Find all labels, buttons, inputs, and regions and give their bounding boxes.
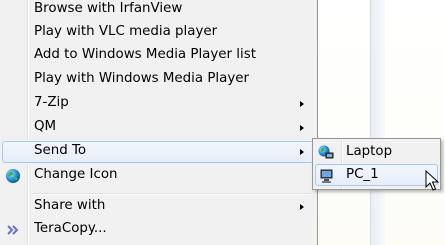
menu-item-label: Add to Windows Media Player list <box>34 47 256 62</box>
menu-item-7zip[interactable]: 7-Zip <box>2 93 314 115</box>
menu-item-label: 7-Zip <box>34 95 69 110</box>
context-menu: Browse with IrfanView Play with VLC medi… <box>0 0 318 245</box>
menu-item-label: Change Icon <box>34 167 118 182</box>
menu-item-qm[interactable]: QM <box>2 117 314 139</box>
network-globe-icon <box>318 144 334 160</box>
menu-item-label: Send To <box>34 143 87 158</box>
window-edge <box>370 0 385 245</box>
menu-item-add-to-wmp-list[interactable]: Add to Windows Media Player list <box>2 45 314 67</box>
submenu-arrow-icon <box>300 101 304 107</box>
submenu-arrow-icon <box>300 125 304 131</box>
menu-item-label: Play with Windows Media Player <box>34 71 250 86</box>
menu-item-label: Browse with IrfanView <box>34 1 183 16</box>
menu-item-change-icon[interactable]: Change Icon <box>2 165 314 187</box>
double-chevron-icon <box>5 222 21 238</box>
network-computer-icon <box>319 168 335 184</box>
menu-item-share-with[interactable]: Share with <box>2 196 314 218</box>
submenu-item-laptop[interactable]: Laptop <box>315 141 438 163</box>
menu-separator <box>32 193 312 194</box>
globe-icon <box>5 168 21 184</box>
menu-item-teracopy[interactable]: TeraCopy... <box>2 219 314 241</box>
submenu-item-label: PC_1 <box>346 167 379 182</box>
submenu-arrow-icon <box>300 204 304 210</box>
menu-item-label: Share with <box>34 198 106 213</box>
menu-item-browse-with-irfanview[interactable]: Browse with IrfanView <box>2 0 314 21</box>
submenu-arrow-icon <box>300 149 304 155</box>
submenu-item-label: Laptop <box>346 144 393 159</box>
menu-item-send-to[interactable]: Send To <box>2 141 314 163</box>
menu-item-label: QM <box>34 119 57 134</box>
menu-item-label: Play with VLC media player <box>34 24 218 39</box>
mouse-cursor-icon <box>425 169 441 192</box>
send-to-submenu: Laptop PC_1 <box>312 138 441 190</box>
submenu-item-pc-1[interactable]: PC_1 <box>315 164 438 186</box>
menu-item-play-with-vlc[interactable]: Play with VLC media player <box>2 22 314 44</box>
menu-item-play-with-wmp[interactable]: Play with Windows Media Player <box>2 69 314 91</box>
menu-item-label: TeraCopy... <box>34 221 107 236</box>
